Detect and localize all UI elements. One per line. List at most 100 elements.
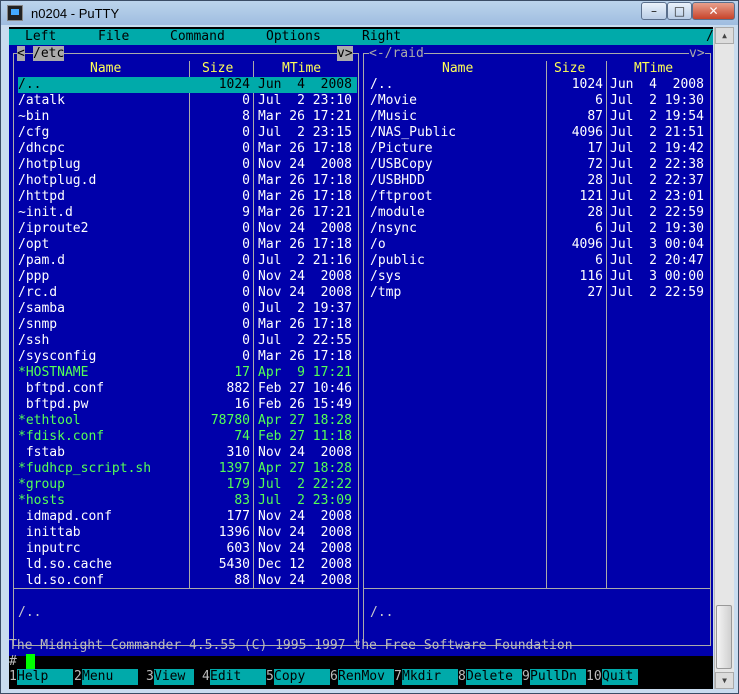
- right-file-mtime[interactable]: Jul 2 19:42: [610, 141, 704, 157]
- fkey-pulldn-button[interactable]: PullDn: [530, 669, 586, 685]
- right-file-mtime[interactable]: Jul 3 00:00: [610, 269, 704, 285]
- right-file-name[interactable]: /ftproot: [370, 189, 433, 205]
- left-file-mtime[interactable]: Mar 26 17:18: [258, 189, 352, 205]
- left-file-size[interactable]: 1396: [150, 525, 250, 541]
- left-file-size[interactable]: 1397: [150, 461, 250, 477]
- right-file-name[interactable]: /nsync: [370, 221, 417, 237]
- right-file-name[interactable]: /Movie: [370, 93, 417, 109]
- right-file-mtime[interactable]: Jul 2 22:38: [610, 157, 704, 173]
- left-file-name[interactable]: /opt: [18, 237, 49, 253]
- right-file-size[interactable]: 28: [503, 173, 603, 189]
- right-next-button[interactable]: v>: [689, 46, 705, 61]
- right-file-size[interactable]: 28: [503, 205, 603, 221]
- command-input[interactable]: [26, 654, 35, 669]
- left-file-name[interactable]: /pam.d: [18, 253, 65, 269]
- fkey-delete-button[interactable]: Delete: [466, 669, 522, 685]
- right-file-name[interactable]: /tmp: [370, 285, 401, 301]
- left-file-mtime[interactable]: Mar 26 17:21: [258, 205, 352, 221]
- fkey-view-button[interactable]: View: [154, 669, 194, 685]
- left-file-size[interactable]: 16: [150, 397, 250, 413]
- right-file-size[interactable]: 4096: [503, 237, 603, 253]
- left-file-size[interactable]: 17: [150, 365, 250, 381]
- right-file-size[interactable]: 1024: [503, 77, 603, 93]
- left-file-size[interactable]: 8: [150, 109, 250, 125]
- left-file-mtime[interactable]: Feb 27 11:18: [258, 429, 352, 445]
- left-file-mtime[interactable]: Apr 27 18:28: [258, 413, 352, 429]
- right-file-mtime[interactable]: Jul 2 20:47: [610, 253, 704, 269]
- left-header-size[interactable]: Size: [202, 61, 233, 77]
- left-file-mtime[interactable]: Nov 24 2008: [258, 157, 352, 173]
- left-next-button[interactable]: v>: [337, 46, 353, 61]
- scroll-up-arrow-icon[interactable]: ▲: [715, 27, 734, 44]
- right-file-mtime[interactable]: Jul 2 23:01: [610, 189, 704, 205]
- fkey-edit-button[interactable]: Edit: [210, 669, 266, 685]
- left-file-name[interactable]: bftpd.conf: [18, 381, 104, 397]
- right-file-mtime[interactable]: Jul 2 19:30: [610, 221, 704, 237]
- left-file-name[interactable]: /ssh: [18, 333, 49, 349]
- left-file-mtime[interactable]: Mar 26 17:18: [258, 141, 352, 157]
- right-file-mtime[interactable]: Jul 2 22:59: [610, 285, 704, 301]
- left-file-size[interactable]: 0: [150, 301, 250, 317]
- left-file-mtime[interactable]: Nov 24 2008: [258, 269, 352, 285]
- left-file-mtime[interactable]: Feb 27 10:46: [258, 381, 352, 397]
- left-file-name[interactable]: inputrc: [18, 541, 81, 557]
- left-file-name[interactable]: /cfg: [18, 125, 49, 141]
- terminal-screen[interactable]: Left File Command Options Right / < /etc…: [9, 27, 713, 689]
- left-file-name[interactable]: ~init.d: [18, 205, 73, 221]
- right-file-name[interactable]: /NAS_Public: [370, 125, 456, 141]
- left-prev-button[interactable]: <: [17, 46, 25, 61]
- left-file-mtime[interactable]: Nov 24 2008: [258, 445, 352, 461]
- left-file-size[interactable]: 0: [150, 157, 250, 173]
- left-file-size[interactable]: 0: [150, 125, 250, 141]
- left-file-mtime[interactable]: Jul 2 23:10: [258, 93, 352, 109]
- left-file-size[interactable]: 0: [150, 285, 250, 301]
- left-file-size[interactable]: 78780: [150, 413, 250, 429]
- left-file-mtime[interactable]: Nov 24 2008: [258, 509, 352, 525]
- menu-command[interactable]: Command: [170, 29, 225, 45]
- right-file-size[interactable]: 4096: [503, 125, 603, 141]
- left-file-name[interactable]: /httpd: [18, 189, 65, 205]
- right-file-name[interactable]: /module: [370, 205, 425, 221]
- fkey-renmov-button[interactable]: RenMov: [338, 669, 394, 685]
- close-button[interactable]: ✕: [692, 2, 735, 20]
- left-file-mtime[interactable]: Jul 2 23:15: [258, 125, 352, 141]
- right-file-name[interactable]: /public: [370, 253, 425, 269]
- left-file-mtime[interactable]: Nov 24 2008: [258, 221, 352, 237]
- left-file-name[interactable]: *ethtool: [18, 413, 81, 429]
- left-file-name[interactable]: ld.so.cache: [18, 557, 112, 573]
- right-file-mtime[interactable]: Jul 2 19:30: [610, 93, 704, 109]
- left-file-size[interactable]: 9: [150, 205, 250, 221]
- left-file-mtime[interactable]: Mar 26 17:18: [258, 349, 352, 365]
- left-file-name[interactable]: idmapd.conf: [18, 509, 112, 525]
- right-file-name[interactable]: /Picture: [370, 141, 433, 157]
- left-file-mtime[interactable]: Nov 24 2008: [258, 541, 352, 557]
- left-header-mtime[interactable]: MTime: [282, 61, 321, 77]
- left-file-mtime[interactable]: Nov 24 2008: [258, 573, 352, 589]
- right-header-mtime[interactable]: MTime: [634, 61, 673, 77]
- maximize-button[interactable]: □: [667, 2, 692, 20]
- left-file-mtime[interactable]: Jul 2 23:09: [258, 493, 352, 509]
- right-file-mtime[interactable]: Jul 2 21:51: [610, 125, 704, 141]
- right-file-name[interactable]: /Music: [370, 109, 417, 125]
- left-file-size[interactable]: 177: [150, 509, 250, 525]
- left-file-name[interactable]: ~bin: [18, 109, 49, 125]
- left-file-size[interactable]: 882: [150, 381, 250, 397]
- left-file-size[interactable]: 88: [150, 573, 250, 589]
- right-file-size[interactable]: 6: [503, 253, 603, 269]
- left-file-name[interactable]: /snmp: [18, 317, 57, 333]
- left-file-mtime[interactable]: Mar 26 17:21: [258, 109, 352, 125]
- left-file-mtime[interactable]: Jul 2 22:55: [258, 333, 352, 349]
- left-file-size[interactable]: 83: [150, 493, 250, 509]
- fkey-copy-button[interactable]: Copy: [274, 669, 330, 685]
- left-file-mtime[interactable]: Mar 26 17:18: [258, 237, 352, 253]
- putty-icon[interactable]: [7, 5, 23, 21]
- right-file-name[interactable]: /o: [370, 237, 386, 253]
- left-file-name[interactable]: /iproute2: [18, 221, 88, 237]
- left-file-name[interactable]: /..: [18, 77, 41, 93]
- fkey-help-button[interactable]: Help: [17, 669, 73, 685]
- left-file-name[interactable]: inittab: [18, 525, 81, 541]
- left-file-size[interactable]: 310: [150, 445, 250, 461]
- menu-right[interactable]: Right: [362, 29, 401, 45]
- scrollbar-thumb[interactable]: [716, 605, 732, 669]
- left-file-name[interactable]: /hotplug.d: [18, 173, 96, 189]
